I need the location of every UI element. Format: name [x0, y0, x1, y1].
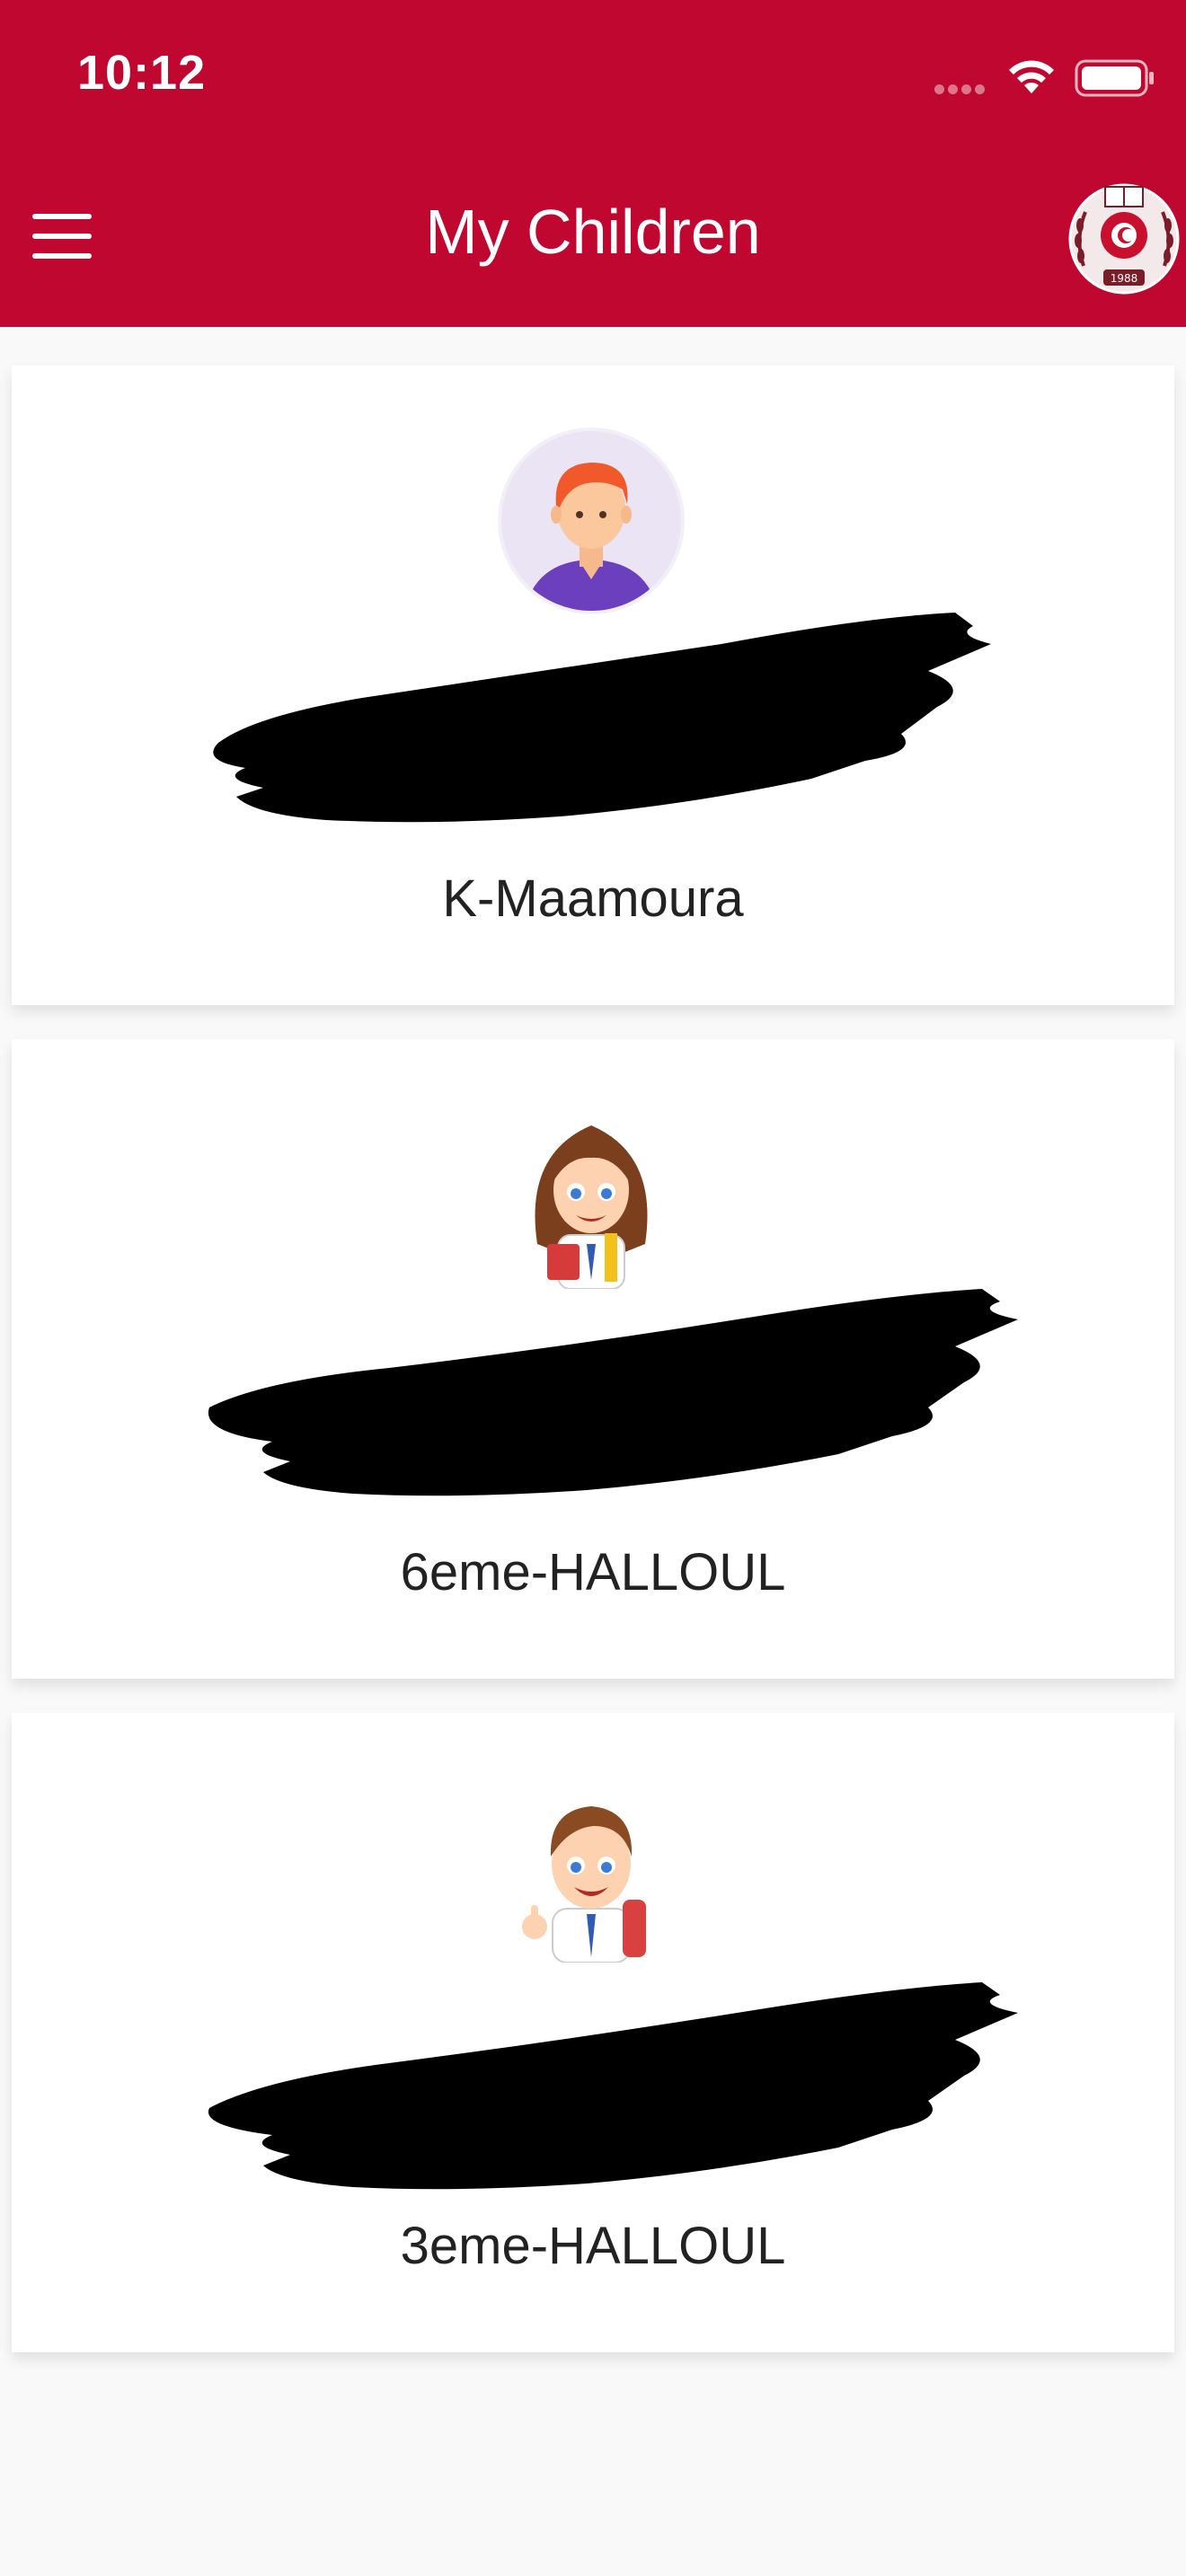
- school-logo-icon[interactable]: 1988: [1066, 176, 1182, 298]
- girl-cartoon-icon: [535, 1125, 648, 1289]
- child-card[interactable]: 6eme-HALLOUL: [12, 1039, 1174, 1679]
- child-class-label: 3eme-HALLOUL: [400, 2217, 786, 2275]
- battery-icon: [1075, 59, 1154, 97]
- redacted-name: [213, 613, 991, 823]
- page-title: My Children: [425, 197, 761, 267]
- child-class-label: K-Maamoura: [442, 869, 744, 928]
- logo-year: 1988: [1111, 272, 1138, 285]
- wifi-icon: [1009, 60, 1054, 93]
- boy-cartoon-icon: [522, 1806, 646, 1963]
- boy-avatar-icon: [498, 428, 685, 614]
- child-class-label: 6eme-HALLOUL: [400, 1543, 786, 1601]
- child-card[interactable]: K-Maamoura: [12, 366, 1174, 1005]
- cellular-signal-icon: [934, 83, 988, 99]
- app-header: 10:12 My Children 1988: [0, 0, 1186, 327]
- redacted-name: [208, 1982, 1018, 2190]
- redacted-name: [208, 1289, 1018, 1496]
- child-card[interactable]: 3eme-HALLOUL: [12, 1713, 1174, 2352]
- status-time: 10:12: [77, 46, 207, 100]
